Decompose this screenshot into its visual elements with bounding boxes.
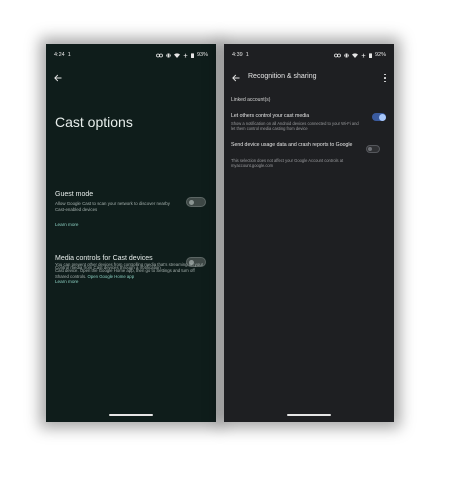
guest-mode-description: Allow Google Cast to scan your network t…: [55, 201, 170, 212]
back-button[interactable]: [231, 73, 241, 83]
toggle-knob: [368, 147, 372, 151]
toggle-knob: [378, 113, 386, 121]
status-extra: 1: [245, 52, 249, 58]
phone-cast-options: 4:24 1 93% Cast options Guest mode Allow…: [46, 44, 216, 422]
home-indicator[interactable]: [287, 414, 331, 416]
phone-recognition-sharing: 4:39 1 92% Recognition & sharing Linked …: [224, 44, 394, 422]
usage-data-title: Send device usage data and crash reports…: [231, 142, 353, 148]
media-controls-learn-more-link[interactable]: Learn more: [55, 279, 79, 284]
cast-control-title: Let others control your cast media: [231, 113, 310, 119]
guest-mode-title: Guest mode: [55, 191, 94, 198]
media-controls-title: Media controls for Cast devices: [55, 255, 153, 262]
guest-mode-learn-more-link[interactable]: Learn more: [55, 222, 79, 227]
linked-accounts-label: Linked account(s): [231, 97, 271, 103]
back-button[interactable]: [53, 73, 63, 83]
battery-icon: [190, 52, 194, 58]
wifi-icon: [173, 52, 180, 58]
guest-mode-toggle[interactable]: [186, 197, 206, 207]
arrow-back-icon: [232, 74, 240, 82]
open-google-home-link[interactable]: Open Google Home app: [88, 274, 135, 279]
airplane-icon: [182, 52, 188, 58]
link-icon: [334, 53, 341, 57]
usage-data-toggle[interactable]: [366, 145, 380, 153]
status-time: 4:39: [232, 52, 243, 58]
vibrate-icon: [343, 53, 349, 57]
app-bar: Recognition & sharing: [224, 70, 394, 86]
footer-info: You can prevent other devices from contr…: [55, 262, 207, 279]
cast-control-description: Show a notification on all Android devic…: [231, 121, 359, 132]
home-indicator[interactable]: [109, 414, 153, 416]
airplane-icon: [360, 52, 366, 58]
status-time: 4:24: [54, 52, 65, 58]
battery-level: 93%: [196, 52, 208, 58]
status-extra: 1: [67, 52, 71, 58]
arrow-back-icon: [54, 74, 62, 82]
more-options-button[interactable]: [382, 73, 388, 83]
link-icon: [156, 53, 163, 57]
battery-level: 92%: [374, 52, 386, 58]
status-bar: 4:39 1 92%: [224, 44, 394, 66]
battery-icon: [368, 52, 372, 58]
wifi-icon: [351, 52, 358, 58]
page-title: Recognition & sharing: [248, 73, 317, 80]
usage-data-description: This selection does not affect your Goog…: [231, 158, 344, 169]
more-vert-icon: [384, 73, 386, 76]
cast-control-toggle[interactable]: [372, 113, 386, 121]
toggle-knob: [189, 199, 194, 205]
status-bar: 4:24 1 93%: [46, 44, 216, 66]
page-title: Cast options: [55, 114, 133, 130]
vibrate-icon: [165, 53, 171, 57]
